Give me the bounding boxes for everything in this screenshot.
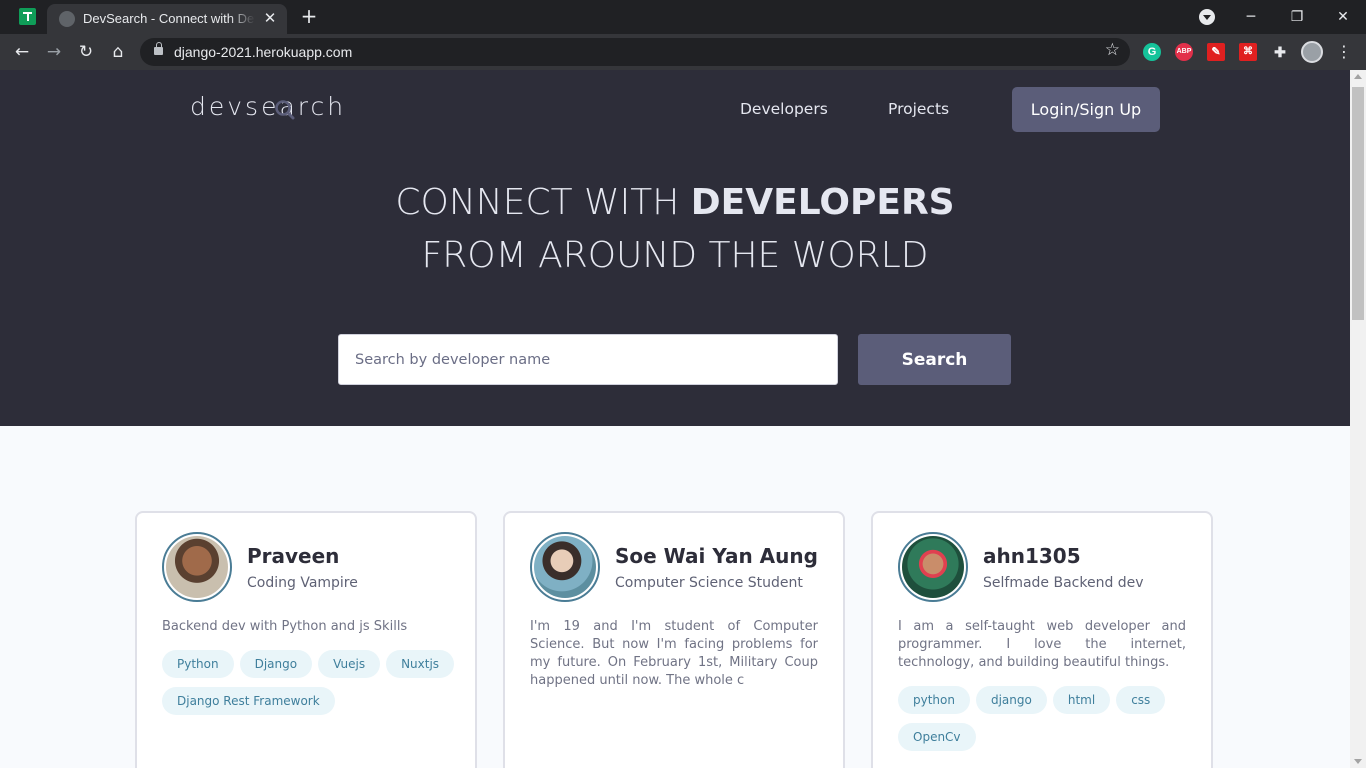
url-text[interactable]: django-2021.herokuapp.com [174,44,352,60]
browser-toolbar: ← → ↻ ⌂ django-2021.herokuapp.com ☆ G AB… [0,34,1366,70]
grammarly-icon[interactable]: G [1143,43,1161,61]
developer-bio: Backend dev with Python and js Skills [162,619,408,634]
scroll-up-arrow-icon[interactable] [1354,74,1362,79]
globe-icon [59,11,75,27]
developer-bio: I am a self-taught web developer and pro… [898,619,1186,670]
developer-name[interactable]: Praveen [247,544,339,568]
hero-heading: CONNECT WITH DEVELOPERS FROM AROUND THE … [0,176,1350,282]
developer-name[interactable]: ahn1305 [983,544,1081,568]
minimize-button[interactable]: ─ [1228,4,1274,30]
search-button[interactable]: Search [858,334,1011,385]
avatar-image [166,536,228,598]
skill-tag[interactable]: css [1116,686,1166,714]
adblock-plus-icon[interactable]: ABP [1175,43,1193,61]
skill-tag[interactable]: Vuejs [318,650,381,678]
login-signup-button[interactable]: Login/Sign Up [1012,87,1160,132]
skill-tag[interactable]: html [1052,686,1111,714]
skill-tag[interactable]: django [975,686,1047,714]
scroll-down-arrow-icon[interactable] [1354,759,1362,764]
extensions-puzzle-icon[interactable]: ✚ [1271,43,1289,61]
forward-arrow-icon[interactable]: → [42,40,66,64]
scroll-thumb[interactable] [1352,87,1364,320]
developer-title: Computer Science Student [615,575,803,591]
hero-line2: FROM AROUND THE WORLD [421,235,929,276]
skill-tags: Python Django Vuejs Nuxtjs Django Rest F… [162,650,457,715]
magnifier-icon [275,100,295,120]
maximize-button[interactable]: ❐ [1274,4,1320,30]
developer-card[interactable]: ahn1305 Selfmade Backend dev I am a self… [871,511,1213,768]
kebab-menu-icon[interactable]: ⋮ [1336,42,1352,62]
browser-tab-bar: DevSearch - Connect with Developers ✕ + … [0,0,1366,34]
developer-name[interactable]: Soe Wai Yan Aung [615,544,818,568]
developer-title: Selfmade Backend dev [983,575,1144,591]
nav-projects-link[interactable]: Projects [888,100,949,118]
hero-section: devsearch Developers Projects Login/Sign… [0,70,1350,426]
avatar-image [534,536,596,598]
hero-line1-strong: DEVELOPERS [690,182,955,223]
developer-card[interactable]: Praveen Coding Vampire Backend dev with … [135,511,477,768]
skill-tag[interactable]: OpenCv [898,723,976,751]
tab-title: DevSearch - Connect with Developers [83,11,255,26]
acrobat-pdf-icon[interactable]: ⌘ [1239,43,1257,61]
avatar-image [902,536,964,598]
skill-tag[interactable]: Nuxtjs [386,650,455,678]
magic-wand-icon[interactable]: ✎ [1207,43,1225,61]
browser-tab-active[interactable]: DevSearch - Connect with Developers ✕ [47,4,287,34]
avatar [898,532,968,602]
avatar [530,532,600,602]
tab-close-icon[interactable]: ✕ [261,9,279,27]
hero-line1-light: CONNECT WITH [395,182,691,223]
page-viewport: devsearch Developers Projects Login/Sign… [0,70,1350,768]
skill-tag[interactable]: Django [239,650,313,678]
reload-icon[interactable]: ↻ [74,40,98,64]
developer-bio: I'm 19 and I'm student of Computer Scien… [530,619,818,688]
developer-card[interactable]: Soe Wai Yan Aung Computer Science Studen… [503,511,845,768]
new-tab-button[interactable]: + [298,5,320,27]
address-bar[interactable]: django-2021.herokuapp.com ☆ [140,38,1130,66]
logo-text: devsearch [190,92,347,121]
page-scrollbar[interactable] [1350,70,1366,768]
close-window-button[interactable]: ✕ [1320,4,1366,30]
back-arrow-icon[interactable]: ← [10,40,34,64]
bookmark-star-icon[interactable]: ☆ [1105,40,1120,60]
profile-avatar[interactable] [1301,41,1323,63]
home-icon[interactable]: ⌂ [106,40,130,64]
developer-search-input[interactable] [338,334,838,385]
skill-tag[interactable]: Django Rest Framework [162,687,335,715]
developer-title: Coding Vampire [247,575,358,591]
sheets-app-icon[interactable] [19,8,36,25]
skill-tag[interactable]: python [898,686,970,714]
skill-tags: python django html css OpenCv [898,686,1193,751]
avatar [162,532,232,602]
tab-search-icon[interactable] [1199,9,1215,25]
nav-developers-link[interactable]: Developers [740,100,828,118]
lock-icon[interactable] [154,42,163,55]
skill-tag[interactable]: Python [162,650,234,678]
devsearch-logo[interactable]: devsearch [190,92,346,122]
